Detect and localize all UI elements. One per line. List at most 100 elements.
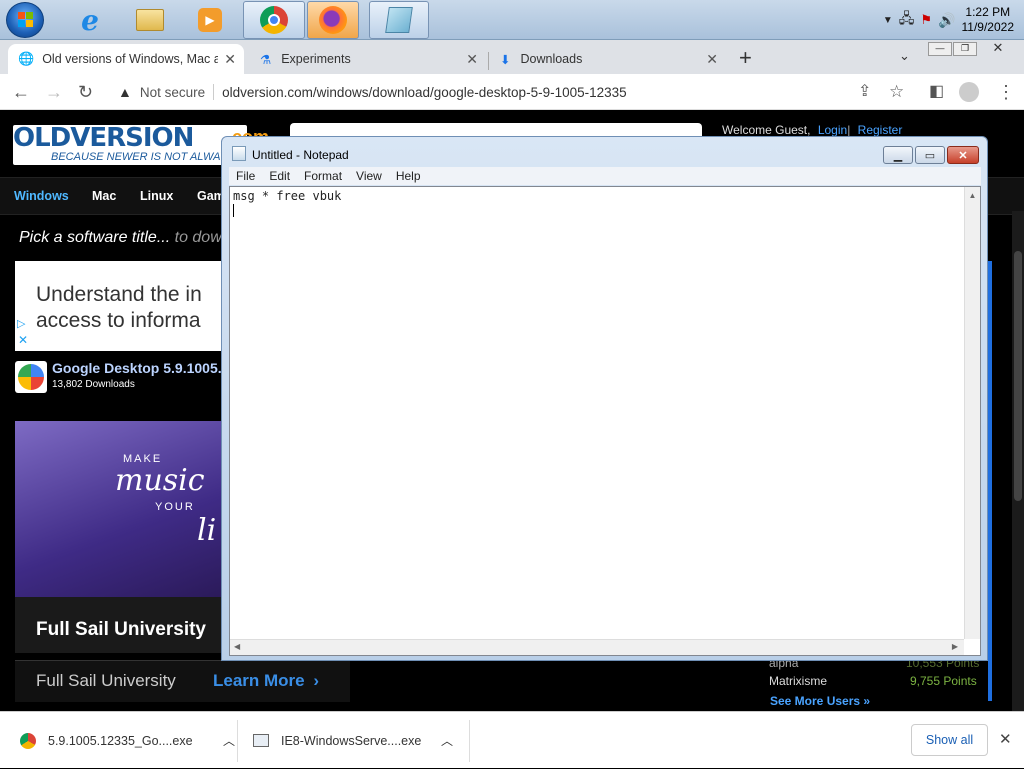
maximize-icon: ▭ [924, 149, 936, 162]
restore-window-button[interactable]: ❐ [953, 42, 977, 56]
menu-dots-icon[interactable]: ⋮ [997, 82, 1015, 102]
address-bar[interactable]: ▲ Not secure oldversion.com/windows/down… [108, 78, 920, 106]
warning-icon: ▲ [118, 84, 132, 100]
chrome-file-icon [20, 732, 36, 749]
new-tab-button[interactable]: + [739, 45, 752, 71]
close-downloads-bar-icon[interactable]: ✕ [999, 730, 1012, 748]
notepad-icon [385, 7, 413, 33]
flask-icon: ⚗ [260, 52, 272, 67]
network-icon[interactable]: 🖧 [899, 8, 915, 32]
show-hidden-icons-icon[interactable]: ▼ [883, 15, 893, 26]
vertical-scrollbar[interactable]: ▲ [964, 187, 980, 639]
start-button[interactable] [6, 2, 44, 38]
download-filename: IE8-WindowsServe....exe [281, 733, 422, 748]
notepad-minimize-button[interactable]: ▁ [883, 146, 913, 164]
page-scrollbar[interactable] [1012, 211, 1024, 711]
close-icon: ✕ [958, 149, 968, 162]
scroll-left-icon[interactable]: ◀ [234, 642, 240, 651]
user-name[interactable]: Matrixisme [769, 674, 827, 688]
tab-downloads[interactable]: ⬇ Downloads ✕ [490, 44, 726, 74]
see-more-users-link[interactable]: See More Users » [770, 694, 870, 708]
horizontal-scrollbar[interactable]: ◀ ▶ [230, 639, 964, 655]
back-icon[interactable]: ← [12, 82, 30, 102]
close-window-button[interactable]: ✕ [983, 40, 1013, 56]
side-panel-icon[interactable]: ◧ [929, 82, 944, 102]
media-player-icon: ▶ [198, 8, 222, 32]
minimize-icon: ▁ [893, 149, 903, 162]
tab-oldversion[interactable]: 🌐 Old versions of Windows, Mac ar ✕ [8, 44, 244, 74]
folder-icon [136, 9, 164, 31]
profile-avatar-icon[interactable] [959, 82, 979, 102]
ad-text-line2: access to informa [36, 309, 201, 332]
login-link[interactable]: Login [818, 123, 847, 137]
menu-file[interactable]: File [229, 169, 262, 183]
notepad-text-area[interactable]: msg * free vbuk ▲ ◀ ▶ [229, 186, 981, 656]
google-desktop-app-icon [15, 361, 47, 393]
close-tab-icon[interactable]: ✕ [224, 51, 236, 68]
menu-edit[interactable]: Edit [262, 169, 297, 183]
chevron-up-icon[interactable]: ︿ [441, 732, 453, 749]
software-title[interactable]: Google Desktop 5.9.1005. [52, 360, 222, 376]
download-item[interactable]: IE8-WindowsServe....exe ︿ [253, 712, 453, 769]
ad-close-icon[interactable]: ✕ [18, 333, 28, 347]
minimize-window-button[interactable]: — [928, 42, 952, 56]
fullsail-name: Full Sail University [36, 671, 176, 690]
pick-software-heading: Pick a software title... [19, 229, 171, 246]
internet-explorer-taskbar-button[interactable]: e [70, 1, 110, 39]
menu-view[interactable]: View [349, 169, 389, 183]
adchoices-icon[interactable]: ▷ [17, 317, 25, 330]
security-label: Not secure [139, 84, 206, 100]
nav-linux[interactable]: Linux [140, 189, 173, 203]
chevron-up-icon[interactable]: ︿ [223, 732, 235, 749]
exe-file-icon [253, 734, 269, 747]
banner-word-your: YOUR [155, 501, 195, 513]
scroll-up-icon[interactable]: ▲ [965, 191, 980, 200]
firefox-taskbar-button[interactable] [307, 1, 359, 39]
chevron-right-icon: › [313, 671, 320, 690]
scroll-right-icon[interactable]: ▶ [952, 642, 958, 651]
menu-format[interactable]: Format [297, 169, 349, 183]
notepad-window: Untitled - Notepad ▁ ▭ ✕ File Edit Forma… [221, 136, 988, 661]
notepad-maximize-button[interactable]: ▭ [915, 146, 945, 164]
banner-word-music: music [115, 463, 205, 498]
bookmark-star-icon[interactable]: ☆ [889, 82, 904, 102]
reload-icon[interactable]: ↻ [78, 82, 93, 102]
share-icon[interactable]: ⇪ [858, 82, 871, 102]
learn-more-link[interactable]: Learn More [213, 671, 305, 690]
site-logo[interactable]: OLDVERSION .com BECAUSE NEWER IS NOT ALW… [13, 123, 269, 165]
tab-search-icon[interactable]: ⌄ [899, 48, 910, 64]
nav-mac[interactable]: Mac [92, 189, 116, 203]
tab-experiments[interactable]: ⚗ Experiments ✕ [250, 44, 486, 74]
close-tab-icon[interactable]: ✕ [706, 51, 718, 68]
action-center-flag-icon[interactable]: ⚑ [920, 12, 932, 28]
system-clock[interactable]: 1:22 PM 11/9/2022 [962, 5, 1015, 35]
notepad-taskbar-button[interactable] [369, 1, 429, 39]
download-item[interactable]: 5.9.1005.12335_Go....exe ︿ [20, 712, 235, 769]
forward-icon[interactable]: → [45, 82, 63, 102]
fullsail-heading[interactable]: Full Sail University [36, 619, 206, 641]
chrome-icon [260, 6, 288, 34]
chrome-taskbar-button[interactable] [243, 1, 305, 39]
welcome-text: Welcome Guest, [722, 123, 811, 137]
user-points: 9,755 Points [910, 674, 977, 688]
menu-help[interactable]: Help [389, 169, 428, 183]
pick-software-suffix: to dow [170, 229, 222, 246]
windows-logo-icon [18, 12, 33, 27]
browser-toolbar: ← → ↻ ▲ Not secure oldversion.com/window… [0, 74, 1024, 110]
ad-banner[interactable]: Understand the in access to informa ▷ ✕ [15, 261, 225, 351]
url-text: oldversion.com/windows/download/google-d… [222, 84, 627, 100]
music-ad-image[interactable]: MAKE music YOUR li [15, 421, 221, 597]
show-all-button[interactable]: Show all [911, 724, 988, 756]
notepad-close-button[interactable]: ✕ [947, 146, 979, 164]
internet-explorer-icon: e [81, 3, 99, 37]
nav-windows[interactable]: Windows [14, 189, 69, 203]
logo-text: OLDVERSION [13, 123, 194, 153]
explorer-taskbar-button[interactable] [130, 1, 170, 39]
media-player-taskbar-button[interactable]: ▶ [190, 1, 230, 39]
download-filename: 5.9.1005.12335_Go....exe [48, 733, 193, 748]
notepad-app-icon [232, 146, 246, 161]
close-tab-icon[interactable]: ✕ [466, 51, 478, 68]
clock-time: 1:22 PM [965, 5, 1011, 19]
volume-icon[interactable]: 🔊 [938, 12, 955, 29]
register-link[interactable]: Register [858, 123, 903, 137]
